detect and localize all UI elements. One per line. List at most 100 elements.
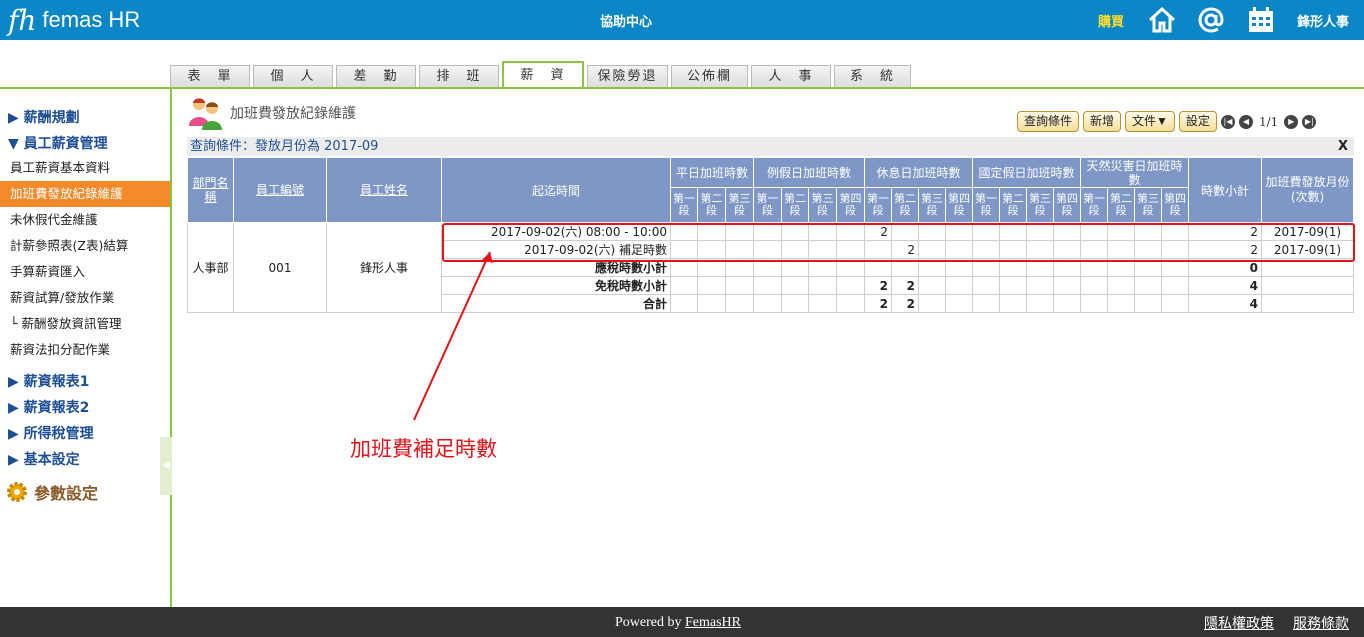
param-settings-label: 參數設定 [34,484,99,503]
summary-hours [781,276,809,295]
sub-header-period: 第一段 [864,187,892,223]
summary-hours [972,276,1000,295]
cell-emp-name: 鋒形人事 [326,222,442,313]
home-icon[interactable] [1147,5,1177,35]
sub-header-period: 第一段 [670,187,698,223]
femashr-link[interactable]: FemasHR [685,615,741,630]
tab-scheduling[interactable]: 排 班 [419,65,499,88]
company-name[interactable]: 鋒形人事 [1297,11,1349,30]
tab-forms[interactable]: 表 單 [170,65,250,88]
users-icon [188,96,224,130]
tab-underline [0,87,1364,89]
header-emp-no[interactable]: 員工編號 [233,157,327,223]
sub-header-period: 第四段 [1053,187,1081,223]
sidebar-group-report1[interactable]: ▶ 薪資報表1 [8,371,89,391]
add-button[interactable]: 新增 [1083,111,1122,132]
summary-hours [836,276,865,295]
sidebar-group-salary-rules[interactable]: ▶ 薪酬規劃 [8,107,80,127]
sidebar-item-deduction[interactable]: 薪資法扣分配作業 [0,337,170,363]
last-page-icon[interactable]: ▶| [1302,114,1317,129]
sidebar-item-overtime-records[interactable]: 加班費發放紀錄維護 [0,181,170,207]
summary-hours: 2 [864,294,892,313]
tab-insurance[interactable]: 保險勞退 [587,65,668,88]
annotation-text: 加班費補足時數 [350,437,497,461]
sub-header-period: 第三段 [725,187,754,223]
summary-hours [918,276,946,295]
sidebar-item-payroll-run[interactable]: 薪資試算/發放作業 [0,285,170,311]
header-regular-off: 例假日加班時數 [753,157,865,188]
sidebar-item-manual-import[interactable]: 手算薪資匯入 [0,259,170,285]
header-emp-name[interactable]: 員工姓名 [326,157,442,223]
sidebar-item-pay-info[interactable]: └ 薪酬發放資訊管理 [0,311,170,337]
sub-header-period: 第四段 [1161,187,1189,223]
header-holiday: 國定假日加班時數 [972,157,1081,188]
tab-system[interactable]: 系 統 [834,65,911,88]
summary-hours [753,294,782,313]
summary-subtotal: 4 [1188,276,1262,295]
top-bar: fh femas HR 協助中心 購買 鋒形人事 [0,0,1364,40]
summary-hours [1107,294,1135,313]
tab-bulletin[interactable]: 公佈欄 [671,65,748,88]
sidebar-group-basic-settings[interactable]: ▶ 基本設定 [8,449,80,469]
cell-dept: 人事部 [187,222,234,313]
buy-link[interactable]: 購買 [1098,11,1124,30]
summary-hours [1161,294,1189,313]
summary-hours [697,294,726,313]
sub-header-period: 第二段 [891,187,919,223]
sub-header-period: 第二段 [781,187,809,223]
sidebar-item-z-table[interactable]: 計薪參照表(Z表)結算 [0,233,170,259]
summary-label: 合計 [441,294,671,313]
close-query-icon[interactable]: X [1338,137,1348,156]
main-tabs: 表 單 個 人 差 勤 排 班 薪 資 保險勞退 公佈欄 人 事 系 統 [170,61,914,88]
sidebar-group-income-tax[interactable]: ▶ 所得稅管理 [8,423,94,443]
page-title: 加班費發放紀錄維護 [230,106,356,122]
at-icon[interactable] [1196,5,1226,35]
summary-subtotal: 4 [1188,294,1262,313]
summary-hours [725,294,754,313]
calendar-icon[interactable] [1246,5,1276,35]
sub-header-period: 第三段 [1134,187,1162,223]
help-center-link[interactable]: 協助中心 [600,11,652,30]
first-page-icon[interactable]: |◀ [1220,114,1235,129]
query-text: 查詢條件：發放月份為 2017-09 [190,139,379,154]
header-dept[interactable]: 部門名稱 [187,157,234,223]
summary-hours [918,294,946,313]
summary-pay-month [1261,294,1354,313]
sidebar-group-report2[interactable]: ▶ 薪資報表2 [8,397,89,417]
tab-salary[interactable]: 薪 資 [502,61,584,88]
sub-header-period: 第四段 [836,187,865,223]
toolbar: 查詢條件 新增 文件▼ 設定 |◀ ◀ 1/1 ▶ ▶| [1017,111,1320,132]
tab-hr[interactable]: 人 事 [751,65,831,88]
settings-button[interactable]: 設定 [1178,111,1217,132]
summary-hours [972,294,1000,313]
sidebar-param-settings[interactable]: 參數設定 [6,480,98,504]
terms-link[interactable]: 服務條款 [1293,613,1349,633]
cell-emp-no: 001 [233,222,327,313]
prev-page-icon[interactable]: ◀ [1238,114,1253,129]
summary-hours [945,294,973,313]
footer: Powered by FemasHR 隱私權政策 服務條款 [0,607,1364,637]
sidebar-item-unused-leave[interactable]: 未休假代金維護 [0,207,170,233]
privacy-policy-link[interactable]: 隱私權政策 [1204,613,1274,633]
tab-personal[interactable]: 個 人 [253,65,333,88]
sidebar-item-salary-basic[interactable]: 員工薪資基本資料 [0,155,170,181]
sub-header-period: 第四段 [945,187,973,223]
powered-prefix: Powered by [615,615,685,630]
header-hours-subtotal: 時數小計 [1188,157,1262,223]
summary-hours: 2 [891,276,919,295]
document-dropdown-button[interactable]: 文件▼ [1125,111,1175,132]
query-conditions-button[interactable]: 查詢條件 [1017,111,1080,132]
highlight-box [442,223,1355,262]
tab-attendance[interactable]: 差 勤 [336,65,416,88]
summary-hours [697,276,726,295]
page-indicator: 1/1 [1258,114,1279,129]
summary-hours [1053,294,1081,313]
sub-header-period: 第二段 [1107,187,1135,223]
sidebar-collapse-handle[interactable]: ◀ [160,437,172,495]
summary-hours: 2 [864,276,892,295]
summary-hours [945,276,973,295]
sidebar-group-employee-salary[interactable]: ▼ 員工薪資管理 [8,133,108,153]
summary-hours [725,276,754,295]
femas-logo[interactable]: fh femas HR [8,3,140,37]
next-page-icon[interactable]: ▶ [1284,114,1299,129]
